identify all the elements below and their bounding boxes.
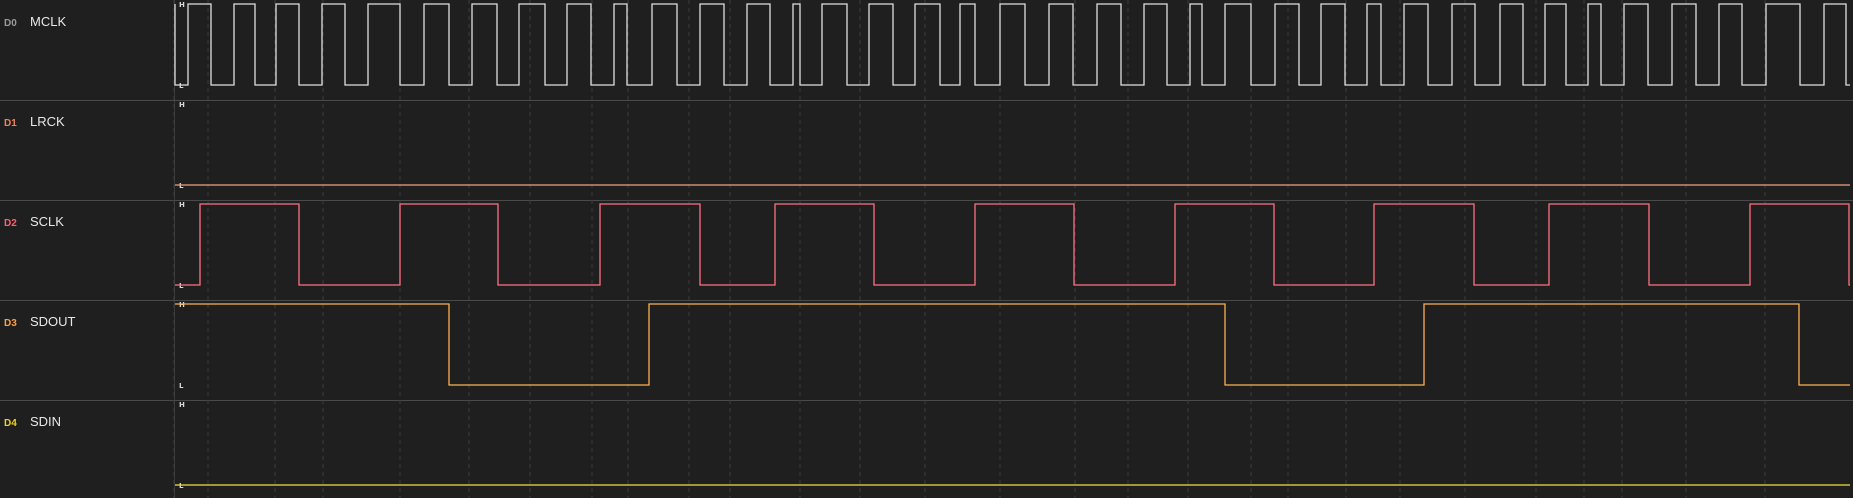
logic-analyzer-view: D0 MCLK D1 LRCK D2 SCLK D3 SDOUT D4 SDIN HLHLHLHL… (0, 0, 1853, 498)
level-low-label: L (179, 482, 184, 490)
level-high-label: H (179, 101, 185, 109)
level-high-label: H (179, 201, 185, 209)
waveform-mclk[interactable] (174, 3, 1850, 86)
waveform-canvas[interactable]: H L H L H L H L H L (0, 0, 1853, 498)
level-high-label: H (179, 401, 185, 409)
level-low-label: L (179, 182, 184, 190)
level-high-label: H (179, 301, 185, 309)
level-high-label: H (179, 1, 185, 9)
level-low-label: L (179, 282, 184, 290)
level-low-label: L (179, 82, 184, 90)
waveform-sclk[interactable] (175, 203, 1850, 286)
waveform-sdout[interactable] (175, 303, 1850, 386)
level-low-label: L (179, 382, 184, 390)
